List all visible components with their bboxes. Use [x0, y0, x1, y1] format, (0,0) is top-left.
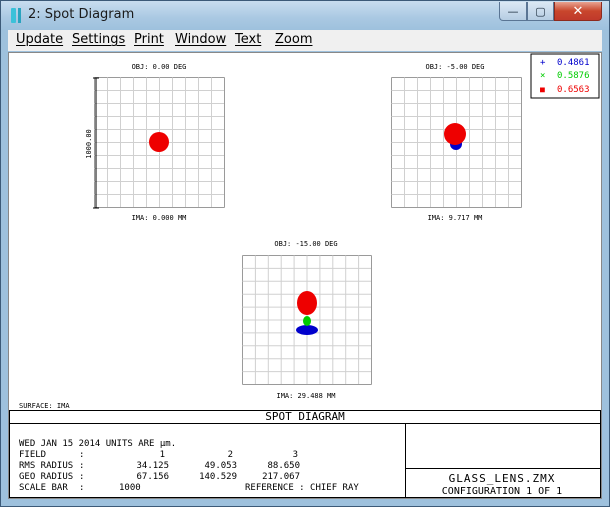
menu-bar: Update Settings Print Window Text Zoom — [8, 30, 602, 51]
rms-value-2: 49.053 — [204, 461, 237, 471]
legend-marker-green: × — [540, 71, 545, 81]
spot-plot-3-blue — [296, 325, 318, 335]
footer-field-label: FIELD — [19, 450, 46, 460]
reference-label: REFERENCE : CHIEF RAY — [245, 483, 359, 493]
spot-plot-3-green — [303, 316, 311, 326]
scale-bar-value: 1000 — [119, 483, 141, 493]
legend-value-green: 0.5876 — [557, 71, 590, 81]
spot-diagram-window: 2: Spot Diagram — ▢ ✕ Update Settings Pr… — [0, 0, 610, 507]
plot-1-obj-label: OBJ: 0.00 DEG — [132, 63, 187, 71]
menu-update[interactable]: Update — [16, 32, 63, 47]
app-icon-part — [18, 8, 21, 23]
wavelength-legend: + 0.4861 × 0.5876 ■ 0.6563 — [530, 53, 600, 99]
plot-3-obj-label: OBJ: -15.00 DEG — [274, 240, 337, 248]
spot-diagram-canvas: + 0.4861 × 0.5876 ■ 0.6563 OBJ: 0.00 DEG… — [8, 52, 602, 499]
app-icon — [11, 8, 16, 23]
rms-value-1: 34.125 — [136, 461, 169, 471]
footer-rms-label: RMS RADIUS — [19, 461, 73, 471]
svg-text::: : — [79, 472, 84, 482]
maximize-button[interactable]: ▢ — [527, 2, 554, 21]
footer-date-line: WED JAN 15 2014 UNITS ARE µm. — [19, 439, 176, 449]
close-button[interactable]: ✕ — [554, 2, 602, 21]
geo-value-3: 217.067 — [262, 472, 300, 482]
plot-1-ima-label: IMA: 0.000 MM — [132, 214, 187, 222]
rms-value-3: 88.650 — [267, 461, 300, 471]
field-value-1: 1 — [160, 450, 165, 460]
surface-label: SURFACE: IMA — [19, 402, 70, 410]
plot-2-obj-label: OBJ: -5.00 DEG — [425, 63, 484, 71]
field-value-2: 2 — [228, 450, 233, 460]
svg-text::: : — [79, 483, 84, 493]
geo-value-2: 140.529 — [199, 472, 237, 482]
configuration-label: CONFIGURATION 1 OF 1 — [442, 486, 562, 497]
svg-text::: : — [79, 450, 84, 460]
legend-value-blue: 0.4861 — [557, 58, 590, 68]
spot-plot-1-red — [149, 132, 169, 152]
menu-settings[interactable]: Settings — [72, 32, 125, 47]
menu-zoom[interactable]: Zoom — [275, 32, 312, 47]
spot-diagram-svg: + 0.4861 × 0.5876 ■ 0.6563 OBJ: 0.00 DEG… — [9, 53, 601, 498]
menu-text[interactable]: Text — [235, 32, 261, 47]
file-name: GLASS_LENS.ZMX — [449, 472, 556, 485]
title-bar[interactable]: 2: Spot Diagram — ▢ ✕ — [1, 1, 609, 30]
scale-bar-label: 1000.00 — [85, 129, 93, 159]
legend-marker-red: ■ — [540, 85, 545, 94]
field-value-3: 3 — [293, 450, 298, 460]
legend-marker-blue: + — [540, 58, 546, 68]
menu-print[interactable]: Print — [134, 32, 164, 47]
menu-window[interactable]: Window — [175, 32, 226, 47]
minimize-button[interactable]: — — [499, 2, 527, 21]
plot-3-ima-label: IMA: 29.488 MM — [276, 392, 335, 400]
window-title: 2: Spot Diagram — [28, 7, 135, 22]
geo-value-1: 67.156 — [136, 472, 169, 482]
footer-heading: SPOT DIAGRAM — [265, 410, 345, 423]
spot-plot-3-red — [297, 291, 317, 315]
spot-plot-2-red — [444, 123, 466, 145]
footer-geo-label: GEO RADIUS — [19, 472, 73, 482]
svg-text::: : — [79, 461, 84, 471]
legend-value-red: 0.6563 — [557, 85, 590, 95]
footer-scale-label: SCALE BAR — [19, 483, 68, 493]
plot-2-ima-label: IMA: 9.717 MM — [428, 214, 483, 222]
